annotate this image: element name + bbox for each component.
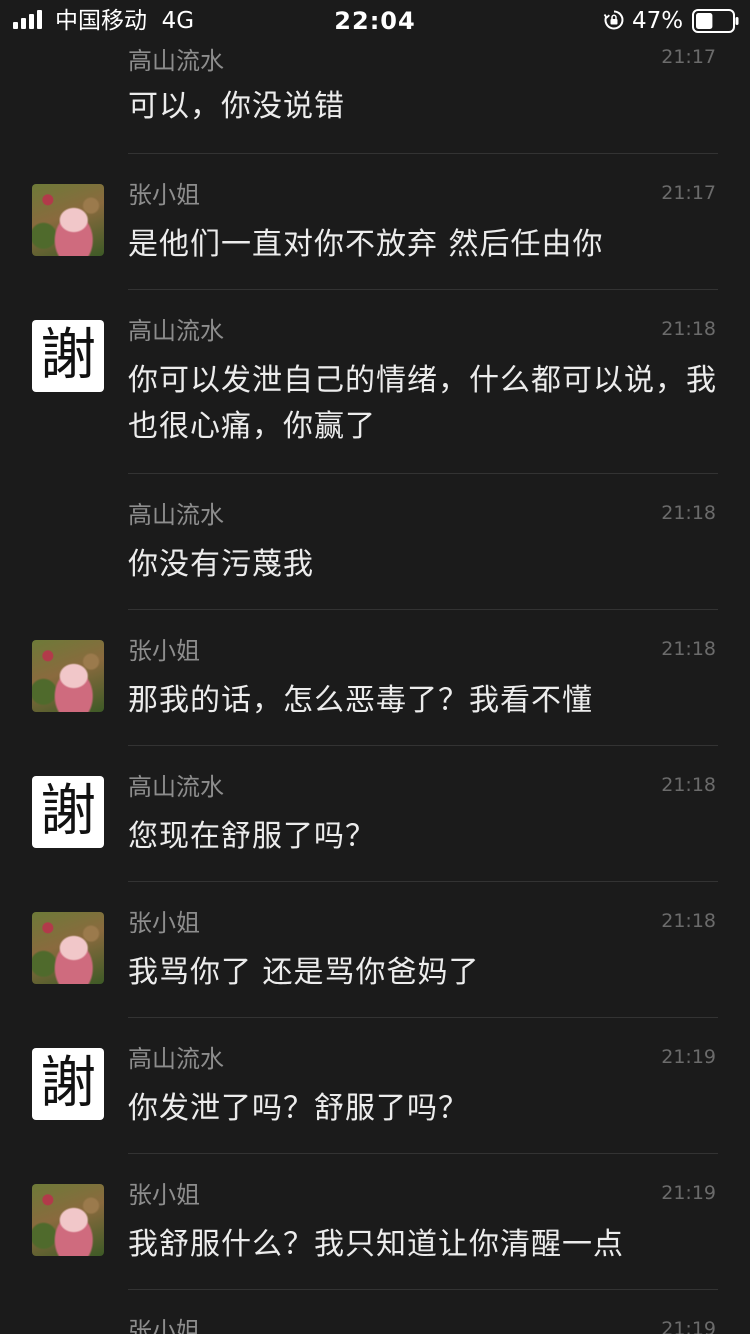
battery-icon xyxy=(692,9,739,33)
sender-name: 张小姐 xyxy=(128,909,200,937)
message-item[interactable]: 张小姐 21:17 是他们一直对你不放弃 然后任由你 xyxy=(0,154,750,290)
message-time: 21:19 xyxy=(661,1182,716,1204)
message-time: 21:18 xyxy=(661,502,716,524)
sender-name: 高山流水 xyxy=(128,773,224,801)
message-item[interactable]: 张小姐 21:18 我骂你了 还是骂你爸妈了 xyxy=(0,882,750,1018)
sender-name: 张小姐 xyxy=(128,637,200,665)
avatar[interactable] xyxy=(32,1184,104,1256)
message-time: 21:18 xyxy=(661,774,716,796)
avatar[interactable] xyxy=(32,640,104,712)
message-text: 我骂你了 还是骂你爸妈了 xyxy=(128,955,480,990)
message-time: 21:18 xyxy=(661,910,716,932)
message-time: 21:19 xyxy=(661,1046,716,1068)
avatar[interactable] xyxy=(32,184,104,256)
orientation-lock-icon xyxy=(603,10,624,30)
message-text: 您现在舒服了吗？ xyxy=(128,819,376,854)
avatar[interactable]: 謝 xyxy=(32,776,104,848)
message-text: 可以，你没说错 xyxy=(128,89,345,124)
message-text: 你没有污蔑我 xyxy=(128,547,314,582)
message-item[interactable]: 謝 高山流水 21:18 你可以发泄自己的情绪，什么都可以说，我也很心痛，你赢了 xyxy=(0,290,750,474)
message-text: 我舒服什么？我只知道让你清醒一点 xyxy=(128,1227,624,1262)
message-text: 你发泄了吗？舒服了吗？ xyxy=(128,1091,469,1126)
message-item[interactable]: 张小姐 21:18 那我的话，怎么恶毒了？我看不懂 xyxy=(0,610,750,746)
message-item[interactable]: 高山流水 21:18 你没有污蔑我 xyxy=(0,474,750,610)
sender-name: 高山流水 xyxy=(128,47,224,75)
message-time: 21:17 xyxy=(661,46,716,68)
status-bar: 中国移动 4G 22:04 47% xyxy=(0,0,750,42)
message-item[interactable]: 謝 高山流水 21:18 您现在舒服了吗？ xyxy=(0,746,750,882)
message-text: 那我的话，怎么恶毒了？我看不懂 xyxy=(128,683,593,718)
sender-name: 高山流水 xyxy=(128,501,224,529)
message-item[interactable]: 张小姐 21:19 xyxy=(0,1290,750,1334)
message-time: 21:18 xyxy=(661,318,716,340)
battery-percent: 47% xyxy=(632,8,684,34)
message-item[interactable]: 张小姐 21:19 我舒服什么？我只知道让你清醒一点 xyxy=(0,1154,750,1290)
message-text: 是他们一直对你不放弃 然后任由你 xyxy=(128,227,604,262)
sender-name: 张小姐 xyxy=(128,1317,200,1334)
chat-message-list[interactable]: 高山流水 21:17 可以，你没说错 张小姐 21:17 是他们一直对你不放弃 … xyxy=(0,0,750,1334)
message-time: 21:17 xyxy=(661,182,716,204)
message-text: 你可以发泄自己的情绪，什么都可以说，我也很心痛，你赢了 xyxy=(128,363,717,444)
sender-name: 高山流水 xyxy=(128,1045,224,1073)
message-time: 21:19 xyxy=(661,1318,716,1334)
sender-name: 张小姐 xyxy=(128,1181,200,1209)
avatar[interactable] xyxy=(32,912,104,984)
sender-name: 高山流水 xyxy=(128,317,224,345)
avatar[interactable]: 謝 xyxy=(32,1048,104,1120)
message-item[interactable]: 謝 高山流水 21:19 你发泄了吗？舒服了吗？ xyxy=(0,1018,750,1154)
avatar[interactable]: 謝 xyxy=(32,320,104,392)
sender-name: 张小姐 xyxy=(128,181,200,209)
message-time: 21:18 xyxy=(661,638,716,660)
